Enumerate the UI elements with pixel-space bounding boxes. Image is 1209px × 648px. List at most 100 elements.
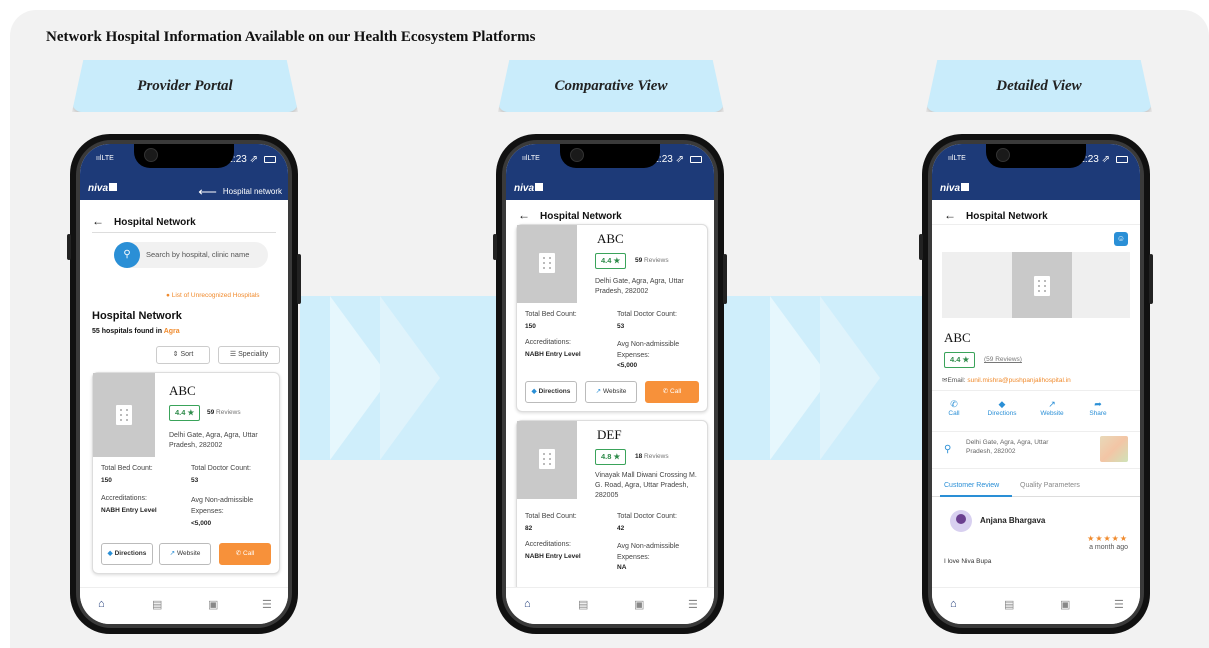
battery-icon — [690, 156, 702, 163]
avatar — [950, 510, 972, 532]
slide-background: Network Hospital Information Available o… — [10, 10, 1209, 648]
directions-icon: ◆ — [998, 399, 1006, 409]
directions-button[interactable]: ◆ Directions — [525, 381, 577, 403]
website-action[interactable]: ↗ Website — [1032, 399, 1072, 417]
external-link-icon: ↗ — [169, 550, 176, 557]
expense-value: <5,000 — [617, 362, 638, 369]
back-arrow-icon[interactable]: ← — [944, 208, 956, 222]
expense-label: Avg Non-admissible Expenses: — [617, 341, 680, 359]
bed-count-label: Total Bed Count: — [101, 465, 153, 472]
bottom-nav: ⌂ ▤ ▣ ☰ — [932, 587, 1140, 624]
document-icon[interactable]: ▤ — [1004, 598, 1014, 611]
accreditation: NABH Entry Level — [525, 351, 581, 358]
hospital-card[interactable]: ABC 4.4 ★ 59 Reviews Delhi Gate, Agra, A… — [516, 224, 708, 412]
hospital-address: Delhi Gate, Agra, Agra, Uttar Pradesh, 2… — [169, 432, 258, 449]
niva-logo: niva — [940, 183, 970, 194]
bed-count: 82 — [525, 525, 533, 532]
tab-customer-review[interactable]: Customer Review — [944, 482, 999, 489]
chevron-right-icon — [380, 296, 440, 460]
unrecognized-hospitals-link[interactable]: ● List of Unrecognized Hospitals — [166, 292, 260, 299]
reviewer-name: Anjana Bhargava — [980, 516, 1046, 525]
expense-label: Avg Non-admissible Expenses: — [617, 543, 680, 561]
screen: ıılLTE 1:23 ⇗ niva ⟵ Hospital network ← Ho… — [80, 144, 288, 624]
action-row: ✆ Call ◆ Directions ↗ Website ➦ Share — [932, 390, 1140, 432]
phone-detailed-view: ıılLTE 1:23 ⇗ niva ← Hospital Network ☺ A… — [919, 134, 1153, 634]
phone-provider-portal: ıılLTE 1:23 ⇗ niva ⟵ Hospital network ← Ho… — [67, 134, 301, 634]
accreditation: NABH Entry Level — [101, 507, 157, 514]
map-thumbnail[interactable] — [1100, 436, 1128, 462]
building-icon — [116, 405, 132, 425]
bottom-nav: ⌂ ▤ ▣ ☰ — [506, 587, 714, 624]
menu-icon[interactable]: ☰ — [688, 598, 698, 611]
label-provider-portal: Provider Portal — [72, 60, 298, 112]
hospital-card[interactable]: DEF 4.8 ★ 18 Reviews Vinayak Mall Diwani… — [516, 420, 708, 592]
call-action[interactable]: ✆ Call — [934, 399, 974, 417]
hospital-image — [942, 252, 1130, 318]
share-action[interactable]: ➦ Share — [1078, 399, 1118, 417]
call-button[interactable]: ✆ Call — [219, 543, 271, 565]
sort-button[interactable]: ⇕ Sort — [156, 346, 210, 364]
hospital-image — [517, 225, 577, 303]
doctor-count: 42 — [617, 525, 625, 532]
label-comparative-view: Comparative View — [498, 60, 724, 112]
directions-action[interactable]: ◆ Directions — [982, 399, 1022, 417]
niva-logo: niva — [514, 183, 544, 194]
accreditation: NABH Entry Level — [525, 553, 581, 560]
user-icon[interactable]: ☺ — [1114, 232, 1128, 246]
back-arrow-icon[interactable]: ← — [92, 214, 104, 228]
page-header: ← Hospital Network — [944, 208, 1048, 222]
search-input[interactable]: ⚲ Search by hospital, clinic name — [114, 242, 268, 268]
rating-badge: 4.4 ★ — [169, 405, 201, 421]
document-icon[interactable]: ▤ — [152, 598, 162, 611]
doctor-count: 53 — [191, 477, 199, 484]
website-button[interactable]: ↗ Website — [159, 543, 211, 565]
directions-icon: ◆ — [531, 388, 537, 395]
reviews-count: 59 Reviews — [207, 409, 241, 416]
home-icon[interactable]: ⌂ — [524, 598, 531, 610]
doctor-count-label: Total Doctor Count: — [617, 311, 677, 318]
menu-icon[interactable]: ☰ — [262, 598, 272, 611]
phone-icon: ✆ — [950, 399, 958, 409]
building-icon — [1034, 276, 1050, 296]
doctor-count: 53 — [617, 323, 625, 330]
review-tabs: Customer Review Quality Parameters — [932, 478, 1140, 497]
menu-icon[interactable]: ☰ — [1114, 598, 1124, 611]
hospital-name: ABC — [944, 330, 971, 345]
hospital-name: ABC — [597, 231, 624, 246]
hospital-card[interactable]: ABC 4.4 ★ 59 Reviews Delhi Gate, Agra, A… — [92, 372, 280, 574]
bed-count: 150 — [525, 323, 536, 330]
policy-icon[interactable]: ▣ — [1060, 598, 1070, 611]
battery-icon — [1116, 156, 1128, 163]
hospital-email[interactable]: ✉Email: sunil.mishra@pushpanjalihospital… — [942, 376, 1071, 384]
back-nav-hospital-network[interactable]: ⟵ Hospital network — [198, 184, 282, 200]
accreditation-label: Accreditations: — [101, 495, 147, 502]
hospitals-found: 55 hospitals found in Agra — [92, 328, 180, 335]
phone-icon: ✆ — [235, 550, 242, 557]
website-button[interactable]: ↗ Website — [585, 381, 637, 403]
phone-comparative-view: ıılLTE 1:23 ⇗ niva ← Hospital Network ABC… — [493, 134, 727, 634]
location-row[interactable]: ⚲ Delhi Gate, Agra, Agra, Uttar Pradesh,… — [932, 432, 1140, 469]
document-icon[interactable]: ▤ — [578, 598, 588, 611]
page-header: ← Hospital Network — [518, 208, 622, 222]
home-icon[interactable]: ⌂ — [950, 598, 957, 610]
speciality-button[interactable]: ☰ Speciality — [218, 346, 280, 364]
hospital-address: Vinayak Mall Diwani Crossing M. G. Road,… — [595, 472, 697, 499]
external-link-icon: ↗ — [595, 388, 602, 395]
label-detailed-view: Detailed View — [926, 60, 1152, 112]
page-header: ← Hospital Network — [92, 214, 196, 228]
policy-icon[interactable]: ▣ — [634, 598, 644, 611]
doctor-count-label: Total Doctor Count: — [191, 465, 251, 472]
rating-badge: 4.8 ★ — [595, 449, 627, 465]
call-button[interactable]: ✆ Call — [645, 381, 699, 403]
tab-quality-parameters[interactable]: Quality Parameters — [1020, 482, 1080, 489]
screen: ıılLTE 1:23 ⇗ niva ← Hospital Network ☺ A… — [932, 144, 1140, 624]
bed-count: 150 — [101, 477, 112, 484]
hospital-name: ABC — [169, 383, 196, 398]
policy-icon[interactable]: ▣ — [208, 598, 218, 611]
reviews-link[interactable]: (59 Reviews) — [984, 356, 1022, 363]
directions-button[interactable]: ◆ Directions — [101, 543, 153, 565]
back-arrow-icon[interactable]: ← — [518, 208, 530, 222]
accreditation-label: Accreditations: — [525, 339, 571, 346]
accreditation-label: Accreditations: — [525, 541, 571, 548]
home-icon[interactable]: ⌂ — [98, 598, 105, 610]
